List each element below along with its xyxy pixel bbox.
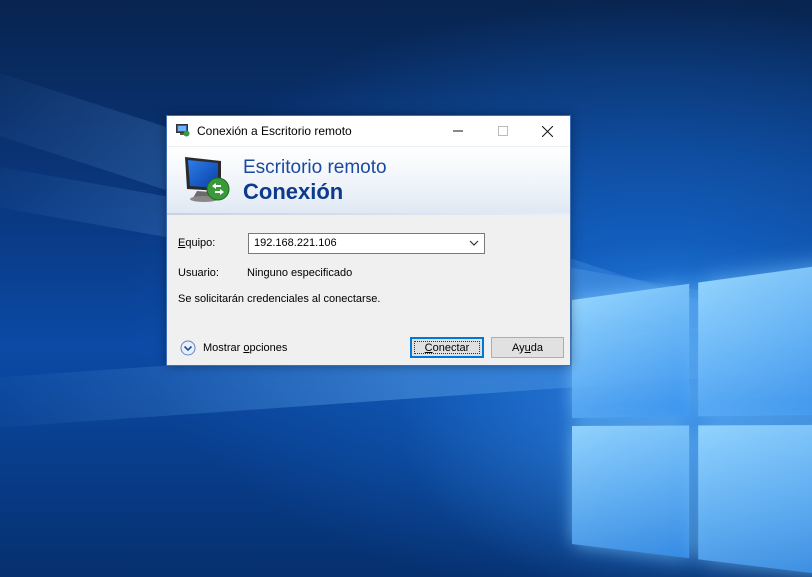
maximize-icon bbox=[497, 126, 508, 136]
computer-input[interactable]: 192.168.221.106 bbox=[254, 237, 337, 249]
window-title: Conexión a Escritorio remoto bbox=[197, 124, 352, 138]
remote-desktop-monitor-icon bbox=[185, 157, 230, 202]
remote-desktop-dialog: Conexión a Escritorio remoto Escritorio … bbox=[166, 115, 571, 366]
minimize-icon bbox=[452, 130, 463, 132]
minimize-button[interactable] bbox=[435, 116, 480, 146]
computer-label: Equipo: bbox=[178, 237, 216, 249]
windows-logo bbox=[572, 258, 812, 577]
chevron-down-icon[interactable] bbox=[466, 235, 482, 252]
credentials-note: Se solicitarán credenciales al conectars… bbox=[178, 293, 381, 305]
user-label: Usuario: bbox=[178, 267, 219, 279]
title-bar[interactable]: Conexión a Escritorio remoto bbox=[167, 116, 570, 146]
connect-button[interactable]: Conectar bbox=[410, 337, 484, 358]
user-value: Ninguno especificado bbox=[247, 267, 353, 279]
computer-combobox[interactable]: 192.168.221.106 bbox=[248, 233, 485, 254]
app-icon bbox=[176, 124, 190, 137]
divider bbox=[167, 213, 570, 215]
help-button[interactable]: Ayuda bbox=[491, 337, 564, 358]
expand-options-icon[interactable] bbox=[180, 340, 196, 356]
maximize-button[interactable] bbox=[480, 116, 525, 146]
banner: Escritorio remoto Conexión bbox=[167, 147, 570, 214]
show-options-link[interactable]: Mostrar opciones bbox=[203, 342, 287, 354]
banner-title: Conexión bbox=[243, 179, 344, 204]
close-button[interactable] bbox=[525, 116, 570, 146]
close-icon bbox=[542, 125, 553, 137]
banner-subtitle: Escritorio remoto bbox=[243, 157, 387, 178]
